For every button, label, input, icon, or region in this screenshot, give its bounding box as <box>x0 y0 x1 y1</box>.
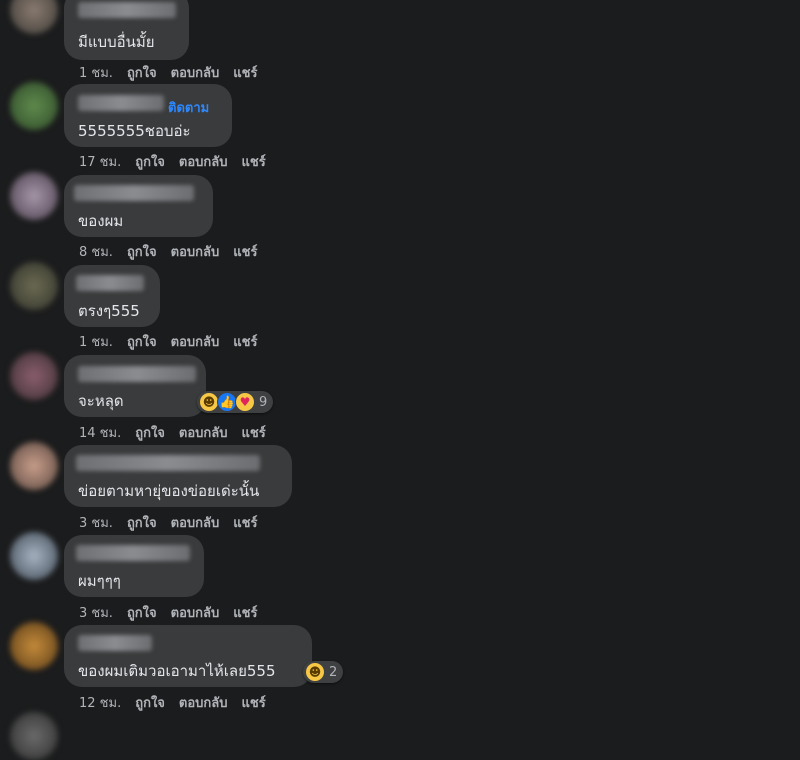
comment-meta: 8 ชม. ถูกใจ ตอบกลับ แชร์ <box>79 241 257 260</box>
haha-reaction-icon: ☻ <box>305 662 325 682</box>
comment-time[interactable]: 1 ชม. <box>79 331 113 350</box>
commenter-name[interactable] <box>76 545 190 561</box>
avatar[interactable] <box>10 0 58 34</box>
comment-time[interactable]: 17 ชม. <box>79 151 121 170</box>
comment-time[interactable]: 12 ชม. <box>79 692 121 711</box>
reply-link[interactable]: ตอบกลับ <box>171 62 220 81</box>
comment-bubble: ติดตาม 5555555ชอบอ่ะ <box>64 84 232 147</box>
like-reaction-icon: 👍 <box>217 392 237 412</box>
avatar[interactable] <box>10 712 58 760</box>
comment-meta: 17 ชม. ถูกใจ ตอบกลับ แชร์ <box>79 151 266 170</box>
reply-link[interactable]: ตอบกลับ <box>171 331 220 350</box>
comment-bubble: จะหลุด <box>64 355 206 417</box>
comment-time[interactable]: 14 ชม. <box>79 422 121 441</box>
avatar[interactable] <box>10 622 58 670</box>
share-link[interactable]: แชร์ <box>242 422 266 441</box>
reply-link[interactable]: ตอบกลับ <box>171 512 220 531</box>
like-link[interactable]: ถูกใจ <box>135 692 165 711</box>
comment-time[interactable]: 3 ชม. <box>79 512 113 531</box>
share-link[interactable]: แชร์ <box>233 602 257 621</box>
comment-meta: 1 ชม. ถูกใจ ตอบกลับ แชร์ <box>79 62 257 81</box>
avatar[interactable] <box>10 352 58 400</box>
haha-reaction-icon: ☻ <box>199 392 219 412</box>
comment-time[interactable]: 8 ชม. <box>79 241 113 260</box>
comment-bubble: มีแบบอื่นมั้ย <box>64 0 189 60</box>
avatar[interactable] <box>10 442 58 490</box>
comment-bubble: ของผม <box>64 175 213 237</box>
comment-text: มีแบบอื่นมั้ย <box>78 33 155 51</box>
reaction-count: 9 <box>259 394 268 410</box>
like-link[interactable]: ถูกใจ <box>135 151 165 170</box>
comment-text: ตรงๆ555 <box>78 302 140 320</box>
avatar[interactable] <box>10 172 58 220</box>
like-link[interactable]: ถูกใจ <box>127 62 157 81</box>
reply-link[interactable]: ตอบกลับ <box>171 241 220 260</box>
share-link[interactable]: แชร์ <box>233 241 257 260</box>
follow-link[interactable]: ติดตาม <box>168 97 209 118</box>
like-link[interactable]: ถูกใจ <box>127 331 157 350</box>
comment-meta: 14 ชม. ถูกใจ ตอบกลับ แชร์ <box>79 422 266 441</box>
avatar[interactable] <box>10 532 58 580</box>
commenter-name[interactable] <box>76 275 144 291</box>
comment-bubble: ของผมเติมวอเอามาไห้เลย555 <box>64 625 312 687</box>
commenter-name[interactable] <box>78 635 152 651</box>
comment-meta: 3 ชม. ถูกใจ ตอบกลับ แชร์ <box>79 512 257 531</box>
comment-text: ของผมเติมวอเอามาไห้เลย555 <box>78 662 276 680</box>
reaction-summary[interactable]: ☻ 2 <box>303 661 344 683</box>
reply-link[interactable]: ตอบกลับ <box>179 422 228 441</box>
share-link[interactable]: แชร์ <box>242 151 266 170</box>
comment-text: ผมๆๆๆ <box>78 572 121 590</box>
share-link[interactable]: แชร์ <box>233 512 257 531</box>
reply-link[interactable]: ตอบกลับ <box>171 602 220 621</box>
commenter-name[interactable] <box>76 455 260 471</box>
commenter-name[interactable] <box>78 2 176 18</box>
commenter-name[interactable] <box>78 95 164 111</box>
share-link[interactable]: แชร์ <box>242 692 266 711</box>
care-reaction-icon: ♥ <box>235 392 255 412</box>
reply-link[interactable]: ตอบกลับ <box>179 151 228 170</box>
commenter-name[interactable] <box>74 185 194 201</box>
comment-text: ข่อยตามหายุ่ของข่อยเด่ะนั้น <box>78 482 260 500</box>
like-link[interactable]: ถูกใจ <box>127 512 157 531</box>
like-link[interactable]: ถูกใจ <box>127 241 157 260</box>
comment-time[interactable]: 1 ชม. <box>79 62 113 81</box>
comment-text: 5555555ชอบอ่ะ <box>78 122 191 140</box>
reply-link[interactable]: ตอบกลับ <box>179 692 228 711</box>
comment-text: ของผม <box>78 212 124 230</box>
like-link[interactable]: ถูกใจ <box>127 602 157 621</box>
comment-bubble: ข่อยตามหายุ่ของข่อยเด่ะนั้น <box>64 445 292 507</box>
comment-time[interactable]: 3 ชม. <box>79 602 113 621</box>
comment-bubble: ตรงๆ555 <box>64 265 160 327</box>
like-link[interactable]: ถูกใจ <box>135 422 165 441</box>
comment-meta: 3 ชม. ถูกใจ ตอบกลับ แชร์ <box>79 602 257 621</box>
comment-bubble: ผมๆๆๆ <box>64 535 204 597</box>
comment-meta: 12 ชม. ถูกใจ ตอบกลับ แชร์ <box>79 692 266 711</box>
share-link[interactable]: แชร์ <box>233 331 257 350</box>
comment-text: จะหลุด <box>78 392 124 410</box>
comment-meta: 1 ชม. ถูกใจ ตอบกลับ แชร์ <box>79 331 257 350</box>
reaction-summary[interactable]: ☻ 👍 ♥ 9 <box>197 391 274 413</box>
avatar[interactable] <box>10 262 58 310</box>
commenter-name[interactable] <box>78 366 196 382</box>
avatar[interactable] <box>10 82 58 130</box>
share-link[interactable]: แชร์ <box>233 62 257 81</box>
reaction-count: 2 <box>329 664 338 680</box>
